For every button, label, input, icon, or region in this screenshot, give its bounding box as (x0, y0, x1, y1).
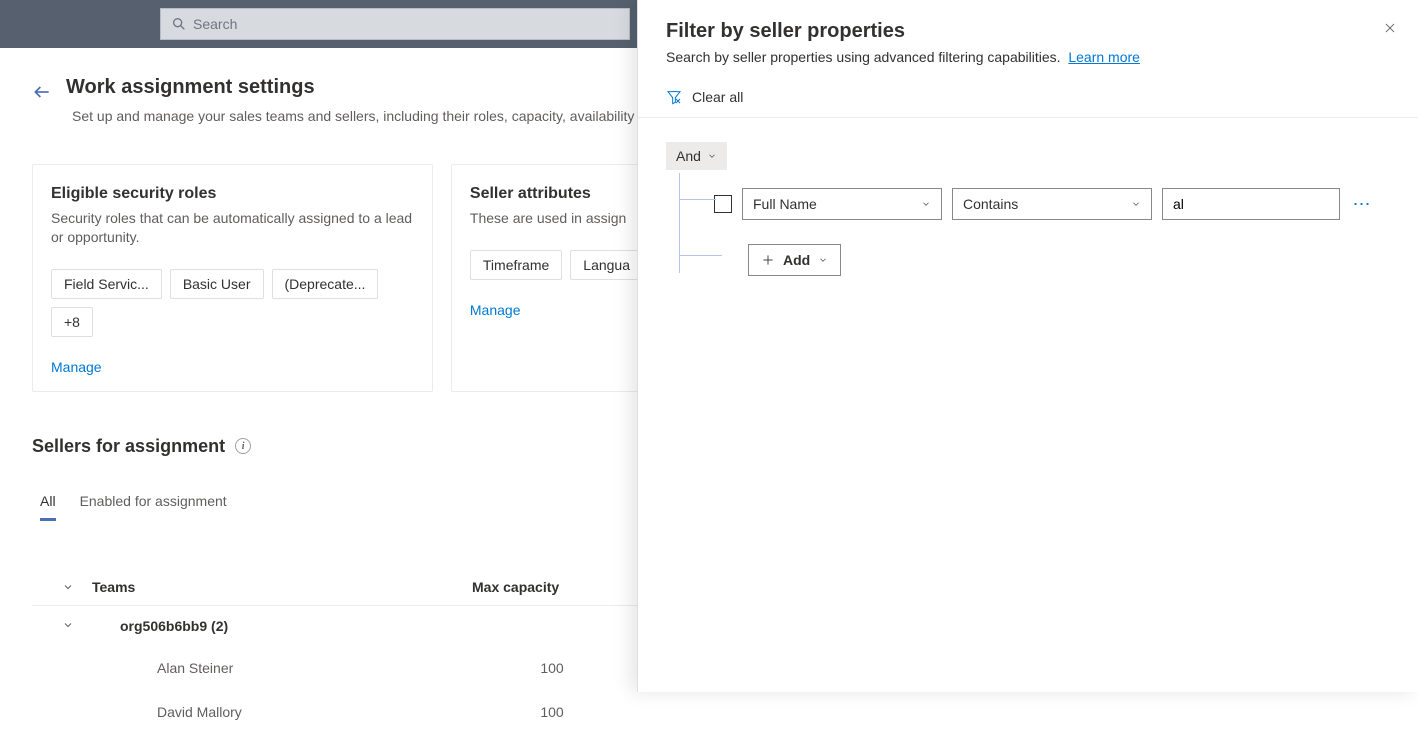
seller-capacity: 100 (472, 660, 632, 676)
logic-operator-select[interactable]: And (666, 142, 727, 170)
column-teams[interactable]: Teams (92, 579, 472, 595)
close-button[interactable] (1376, 14, 1404, 42)
add-condition-button[interactable]: Add (748, 244, 841, 276)
attribute-chip[interactable]: Langua (570, 250, 643, 280)
operator-select[interactable]: Contains (952, 188, 1152, 220)
role-chip-more[interactable]: +8 (51, 307, 93, 337)
connector-line (679, 173, 715, 273)
global-search[interactable] (160, 8, 630, 40)
info-icon[interactable]: i (235, 438, 251, 454)
tab-all[interactable]: All (40, 493, 56, 519)
plus-icon (761, 253, 775, 267)
chevron-down-icon[interactable] (62, 581, 74, 593)
chevron-down-icon (818, 255, 828, 265)
panel-title: Filter by seller properties (666, 20, 1390, 43)
group-label: org506b6bb9 (2) (92, 618, 472, 634)
eligible-roles-card: Eligible security roles Security roles t… (32, 164, 433, 392)
more-actions-button[interactable]: ⋯ (1350, 195, 1374, 213)
value-input[interactable] (1162, 188, 1340, 220)
learn-more-link[interactable]: Learn more (1068, 49, 1140, 65)
table-row[interactable]: David Mallory 100 (32, 690, 720, 734)
search-input[interactable] (193, 16, 619, 32)
sellers-tabs: All Enabled for assignment (40, 493, 720, 519)
clear-all-button[interactable]: Clear all (692, 89, 743, 105)
role-chip[interactable]: Basic User (170, 269, 264, 299)
manage-roles-link[interactable]: Manage (51, 359, 102, 375)
filter-clear-icon (666, 89, 682, 105)
panel-subtitle: Search by seller properties using advanc… (666, 49, 1390, 65)
page-subtitle: Set up and manage your sales teams and s… (72, 108, 720, 124)
main-content: Work assignment settings Set up and mana… (0, 48, 720, 734)
attribute-chip[interactable]: Timeframe (470, 250, 562, 280)
close-icon (1383, 21, 1397, 35)
table-group-row[interactable]: org506b6bb9 (2) (32, 606, 720, 646)
sellers-table: Teams Max capacity org506b6bb9 (2) Alan … (32, 569, 720, 734)
seller-name: David Mallory (92, 704, 472, 720)
table-row[interactable]: Alan Steiner 100 (32, 646, 720, 690)
back-arrow-icon[interactable] (32, 82, 52, 102)
seller-name: Alan Steiner (92, 660, 472, 676)
manage-attributes-link[interactable]: Manage (470, 302, 521, 318)
search-icon (171, 16, 187, 32)
seller-capacity: 100 (472, 704, 632, 720)
chevron-down-icon (921, 199, 931, 209)
chevron-down-icon[interactable] (62, 619, 74, 631)
role-chip[interactable]: (Deprecate... (272, 269, 379, 299)
filter-builder: And Full Name Contains ⋯ Add (638, 118, 1418, 300)
condition-checkbox[interactable] (714, 195, 732, 213)
field-select[interactable]: Full Name (742, 188, 942, 220)
chevron-down-icon (1131, 199, 1141, 209)
chevron-down-icon (707, 151, 717, 161)
card-subtitle: Security roles that can be automatically… (51, 209, 414, 247)
column-capacity[interactable]: Max capacity (472, 579, 632, 595)
filter-panel: Filter by seller properties Search by se… (637, 0, 1418, 692)
sellers-section-title: Sellers for assignment i (32, 436, 720, 457)
table-header: Teams Max capacity (32, 569, 720, 606)
condition-row: Full Name Contains ⋯ (714, 188, 1390, 220)
panel-toolbar: Clear all (638, 79, 1418, 118)
card-title: Eligible security roles (51, 185, 414, 203)
page-title: Work assignment settings (66, 76, 315, 99)
role-chip[interactable]: Field Servic... (51, 269, 162, 299)
tab-enabled[interactable]: Enabled for assignment (80, 493, 227, 519)
